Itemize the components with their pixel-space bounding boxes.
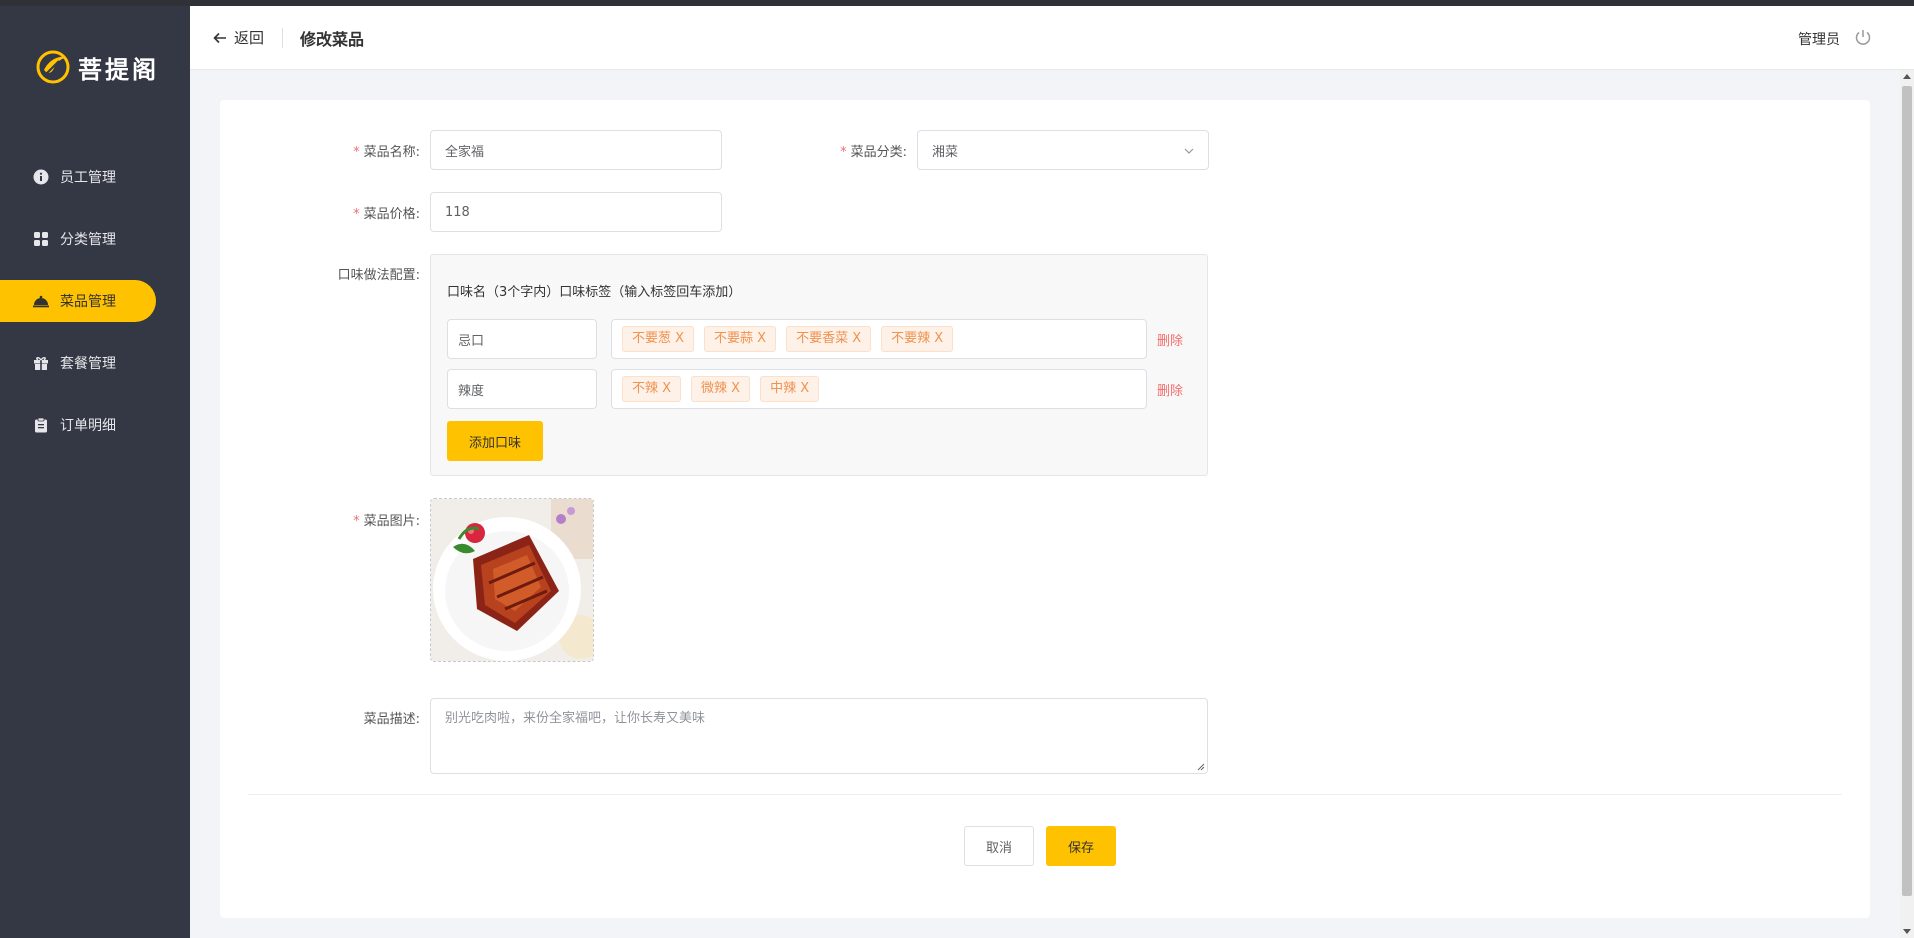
grid-icon [32, 230, 50, 248]
sidebar-item-employees[interactable]: 员工管理 [0, 156, 190, 198]
scroll-up-arrow-icon[interactable] [1903, 74, 1911, 79]
save-button[interactable]: 保存 [1046, 826, 1116, 866]
dish-name-label: * 菜品名称: [353, 145, 420, 160]
flavor-tag[interactable]: 微辣 X [691, 376, 751, 402]
app-name: 菩提阁 [78, 54, 159, 84]
dish-photo [431, 499, 593, 661]
resize-grip-icon[interactable] [1195, 761, 1205, 771]
flavor-tag[interactable]: 不辣 X [622, 376, 682, 402]
sidebar-menu: 员工管理 分类管理 菜品管理 套餐管理 订单明细 [0, 156, 190, 466]
page-title: 修改菜品 [300, 30, 365, 49]
sidebar-item-dishes[interactable]: 菜品管理 [0, 280, 156, 322]
description-text: 别光吃肉啦，来份全家福吧，让你长寿又美味 [445, 711, 706, 726]
sidebar-item-combos[interactable]: 套餐管理 [0, 342, 190, 384]
dish-category-select[interactable]: 湘菜 [917, 130, 1209, 170]
back-label: 返回 [234, 29, 265, 47]
cloche-icon [32, 292, 50, 310]
flavor-tag[interactable]: 不要香菜 X [786, 326, 872, 352]
user-name: 管理员 [1798, 32, 1840, 48]
add-flavor-button[interactable]: 添加口味 [447, 421, 543, 461]
info-circle-icon [32, 168, 50, 186]
header: 返回 修改菜品 管理员 [190, 6, 1914, 70]
flavor-config-label: 口味做法配置: [337, 268, 420, 283]
window-top-border [0, 0, 1914, 6]
vertical-scrollbar[interactable] [1900, 70, 1914, 938]
back-button[interactable]: 返回 [212, 27, 264, 48]
logo: 菩提阁 [34, 48, 159, 86]
dish-category-value: 湘菜 [932, 144, 959, 160]
sidebar-item-label: 分类管理 [60, 232, 116, 248]
edit-dish-form: * 菜品名称: 全家福 * 菜品分类: 湘菜 * 菜品价格: 118 口味做法配置: … [220, 100, 1870, 918]
scroll-thumb[interactable] [1902, 86, 1912, 896]
flavor-tags-input[interactable]: 不要葱 X 不要蒜 X 不要香菜 X 不要辣 X [611, 319, 1147, 359]
sidebar-item-label: 菜品管理 [60, 294, 116, 310]
gift-icon [32, 354, 50, 372]
sidebar-item-categories[interactable]: 分类管理 [0, 218, 190, 260]
dish-price-input[interactable]: 118 [430, 192, 722, 232]
sidebar: 菩提阁 员工管理 分类管理 菜品管理 套餐管理 订单明细 [0, 0, 190, 938]
flavor-tag[interactable]: 不要葱 X [622, 326, 695, 352]
flavor-config-panel: 口味名（3个字内）口味标签（输入标签回车添加） 忌口 不要葱 X 不要蒜 X 不… [430, 254, 1208, 476]
dish-image-label: * 菜品图片: [353, 514, 420, 529]
sidebar-item-label: 员工管理 [60, 170, 116, 186]
sidebar-item-label: 订单明细 [60, 418, 116, 434]
dish-name-input[interactable]: 全家福 [430, 130, 722, 170]
chevron-down-icon [1184, 148, 1194, 154]
flavor-config-header: 口味名（3个字内）口味标签（输入标签回车添加） [447, 285, 742, 300]
clipboard-icon [32, 416, 50, 434]
dish-image-upload[interactable] [430, 498, 594, 662]
dish-description-label: 菜品描述: [363, 712, 420, 727]
dish-category-label: * 菜品分类: [840, 145, 907, 160]
dish-price-label: * 菜品价格: [353, 207, 420, 222]
delete-flavor-link[interactable]: 删除 [1157, 380, 1183, 399]
scroll-down-arrow-icon[interactable] [1903, 929, 1911, 934]
flavor-tag[interactable]: 中辣 X [760, 376, 820, 402]
header-divider [282, 28, 283, 48]
arrow-left-icon [213, 32, 226, 43]
sidebar-item-orders[interactable]: 订单明细 [0, 404, 190, 446]
form-divider [248, 794, 1842, 795]
delete-flavor-link[interactable]: 删除 [1157, 330, 1183, 349]
flavor-name-input[interactable]: 辣度 [447, 369, 597, 409]
flavor-tag[interactable]: 不要辣 X [881, 326, 954, 352]
flavor-tags-input[interactable]: 不辣 X 微辣 X 中辣 X [611, 369, 1147, 409]
cancel-button[interactable]: 取消 [964, 826, 1034, 866]
dish-description-textarea[interactable]: 别光吃肉啦，来份全家福吧，让你长寿又美味 [430, 698, 1208, 774]
sidebar-item-label: 套餐管理 [60, 356, 116, 372]
power-icon[interactable] [1854, 28, 1872, 46]
flavor-tag[interactable]: 不要蒜 X [704, 326, 777, 352]
flavor-name-input[interactable]: 忌口 [447, 319, 597, 359]
logo-icon [36, 50, 70, 84]
